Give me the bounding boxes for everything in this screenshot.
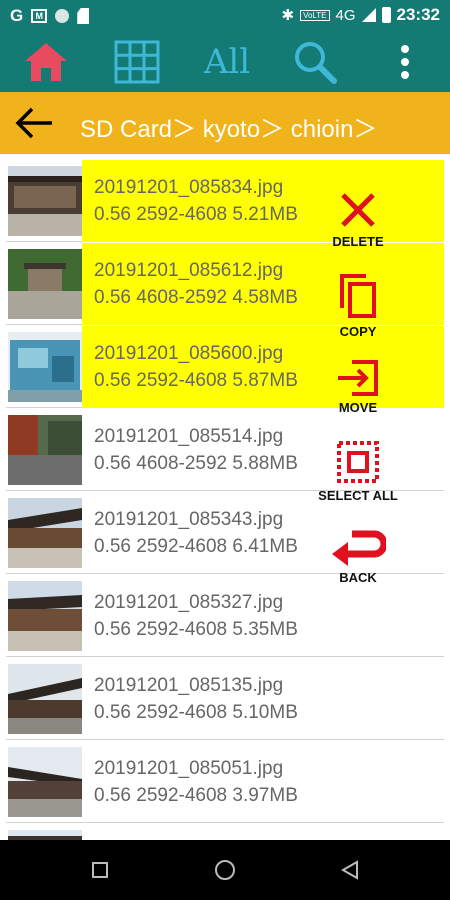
select-all-icon [337, 441, 379, 483]
file-meta: 0.56 2592-4608 6.41MB [94, 536, 298, 557]
file-name: 20191201_085612.jpg [94, 260, 284, 281]
file-meta: 0.56 2592-4608 5.87MB [94, 370, 298, 391]
clock: 23:32 [396, 5, 440, 24]
recents-button[interactable] [65, 840, 135, 900]
file-meta: 0.56 2592-4608 5.21MB [94, 204, 298, 225]
file-thumbnail [8, 830, 82, 840]
back-arrow-icon[interactable] [14, 104, 54, 142]
file-name: 20191201_085514.jpg [94, 426, 284, 447]
breadcrumb-path[interactable]: SD Card＞ kyoto＞ chioin＞ [80, 109, 377, 144]
recents-icon [92, 862, 108, 878]
file-meta: 0.56 2592-4608 5.35MB [94, 619, 298, 640]
select-all-action[interactable]: SELECT ALL [310, 440, 406, 503]
status-bar: G M ✱ VoLTE 4G 23:32 [0, 0, 450, 32]
file-meta: 0.56 4608-2592 5.88MB [94, 453, 298, 474]
file-thumbnail [8, 166, 82, 236]
home-icon [25, 43, 67, 81]
file-name: 20191201_085135.jpg [94, 675, 284, 696]
file-name: 20191201_085343.jpg [94, 509, 284, 530]
breadcrumb: SD Card＞ kyoto＞ chioin＞ [0, 92, 450, 154]
back-label: BACK [339, 570, 377, 585]
notification-icons: G M [10, 6, 90, 26]
copy-action[interactable]: COPY [310, 272, 406, 339]
file-name: 20191201_085051.jpg [94, 758, 284, 779]
copy-icon [340, 274, 376, 318]
file-name: 20191201_085327.jpg [94, 592, 284, 613]
file-row[interactable]: 20191201_085051.jpg 0.56 2592-4608 3.97M… [6, 741, 444, 823]
file-row[interactable]: 20191201_085327.jpg 0.56 2592-4608 5.35M… [6, 575, 444, 657]
file-name: 20191201_085834.jpg [94, 177, 284, 198]
move-action[interactable]: MOVE [310, 360, 406, 415]
back-triangle-icon [341, 860, 358, 880]
more-options-button[interactable] [390, 32, 420, 92]
volte-badge: VoLTE [300, 9, 330, 21]
file-thumbnail [8, 664, 82, 734]
more-vert-icon [401, 45, 409, 79]
network-type: 4G [335, 6, 356, 24]
file-row[interactable]: 20191201_085135.jpg 0.56 2592-4608 5.10M… [6, 658, 444, 740]
grid-view-button[interactable] [112, 32, 162, 92]
toolbar: All [0, 32, 450, 92]
copy-label: COPY [339, 324, 377, 339]
battery-icon [381, 7, 391, 23]
file-thumbnail [8, 332, 82, 402]
delete-action[interactable]: DELETE [310, 190, 406, 249]
file-thumbnail [8, 498, 82, 568]
bluetooth-icon: ✱ [281, 7, 295, 24]
back-action[interactable]: BACK [310, 524, 406, 585]
back-nav-button[interactable] [315, 840, 385, 900]
home-nav-button[interactable] [190, 840, 260, 900]
undo-icon [332, 530, 386, 566]
file-thumbnail [8, 581, 82, 651]
file-meta: 0.56 2592-4608 3.97MB [94, 785, 298, 806]
circle-app-icon [55, 9, 70, 23]
search-icon [295, 42, 337, 84]
select-all-label: SELECT ALL [318, 488, 398, 503]
home-button[interactable] [20, 32, 72, 92]
move-icon [338, 360, 378, 396]
signal-icon [361, 8, 376, 22]
system-icons: ✱ VoLTE 4G 23:32 [282, 5, 441, 25]
file-thumbnail [8, 249, 82, 319]
file-row[interactable] [6, 824, 444, 840]
google-icon: G [10, 6, 24, 25]
file-meta: 0.56 4608-2592 4.58MB [94, 287, 298, 308]
home-circle-icon [215, 860, 235, 880]
delete-label: DELETE [332, 234, 384, 249]
file-name: 20191201_085600.jpg [94, 343, 284, 364]
navigation-bar [0, 840, 450, 900]
file-thumbnail [8, 415, 82, 485]
file-thumbnail [8, 747, 82, 817]
file-meta: 0.56 2592-4608 5.10MB [94, 702, 298, 723]
move-label: MOVE [338, 400, 378, 415]
gmail-icon: M [31, 9, 48, 23]
grid-icon [114, 40, 160, 84]
all-files-button[interactable]: All [195, 32, 259, 92]
delete-icon [341, 193, 375, 227]
search-button[interactable] [290, 32, 340, 92]
sd-card-icon [77, 8, 90, 24]
